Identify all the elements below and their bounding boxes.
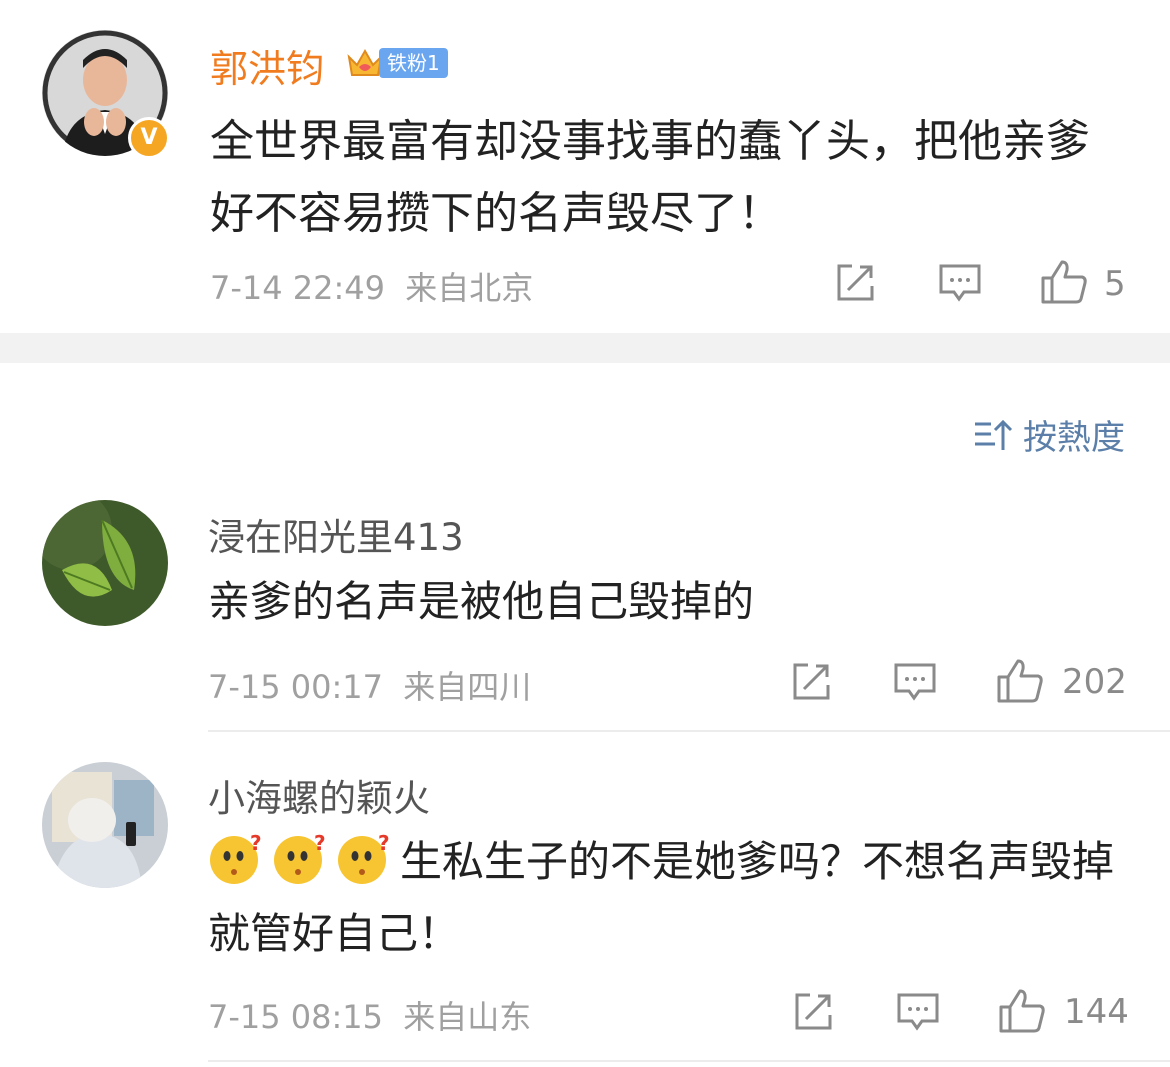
share-icon — [793, 663, 830, 700]
like-button[interactable] — [996, 657, 1044, 709]
thumbs-up-icon — [1041, 260, 1087, 304]
featured-post: V 郭洪钧 铁粉1 全世界最富有却没事找事的蠢丫头，把他亲爹好不容易攒下的名声毁… — [0, 0, 1170, 333]
comment-text-block: ? ? ? 生私生子的不是她爹吗？不想名声毁掉就管好自己！ — [208, 826, 1128, 970]
comment-button[interactable] — [893, 661, 937, 707]
verified-badge-icon: V — [128, 117, 170, 159]
confused-emoji-icon: ? — [274, 831, 326, 884]
comment-text: 亲爹的名声是被他自己毁掉的 — [208, 577, 755, 626]
comment-time: 7-15 00:17 — [208, 668, 384, 706]
like-button[interactable] — [1040, 258, 1088, 310]
comment-button[interactable] — [896, 991, 940, 1037]
post-meta: 7-14 22:49 来自北京 — [210, 263, 533, 309]
share-button[interactable] — [790, 661, 832, 707]
fan-badge[interactable]: 铁粉1 — [345, 45, 448, 81]
post-author-name[interactable]: 郭洪钧 — [210, 38, 324, 93]
comment-location: 来自四川 — [403, 668, 532, 706]
comment-meta: 7-15 08:15 来自山东 — [208, 992, 531, 1038]
comment-like-count: 144 — [1064, 992, 1129, 1032]
sort-icon — [975, 419, 1013, 450]
comment-divider — [208, 1060, 1170, 1062]
comment-meta: 7-15 00:17 来自四川 — [208, 662, 531, 708]
comment-icon — [897, 993, 939, 1031]
comment-time: 7-15 08:15 — [208, 998, 384, 1036]
svg-text:?: ? — [378, 831, 390, 855]
like-button[interactable] — [998, 987, 1046, 1039]
commenter-name[interactable]: 小海螺的颖火 — [208, 768, 430, 822]
svg-text:?: ? — [250, 831, 262, 855]
share-icon — [837, 264, 874, 301]
sort-by-heat-button[interactable]: 按熱度 — [973, 410, 1125, 459]
thumbs-up-icon — [997, 659, 1043, 703]
commenter-avatar[interactable] — [42, 500, 168, 626]
commenter-name[interactable]: 浸在阳光里413 — [208, 507, 464, 561]
comment-divider — [208, 730, 1170, 732]
section-divider — [0, 333, 1170, 363]
sort-label: 按熱度 — [1023, 418, 1125, 458]
post-like-count: 5 — [1104, 264, 1126, 304]
share-button[interactable] — [792, 991, 834, 1037]
share-button[interactable] — [834, 262, 876, 308]
comment-like-count: 202 — [1062, 662, 1127, 702]
post-location: 来自北京 — [405, 269, 534, 307]
confused-emoji-icon: ? — [338, 831, 390, 884]
comment-icon — [939, 264, 981, 302]
svg-text:?: ? — [314, 831, 326, 855]
comment-location: 来自山东 — [403, 998, 532, 1036]
post-time: 7-14 22:49 — [210, 269, 386, 307]
fan-badge-label: 铁粉1 — [379, 48, 448, 78]
comment-icon — [894, 663, 936, 701]
thumbs-up-icon — [999, 989, 1045, 1033]
share-icon — [795, 993, 832, 1030]
post-text: 全世界最富有却没事找事的蠢丫头，把他亲爹好不容易攒下的名声毁尽了！ — [210, 116, 1090, 239]
confused-emoji-icon: ? — [210, 831, 262, 884]
commenter-avatar[interactable] — [42, 762, 168, 888]
comment-button[interactable] — [938, 262, 982, 308]
